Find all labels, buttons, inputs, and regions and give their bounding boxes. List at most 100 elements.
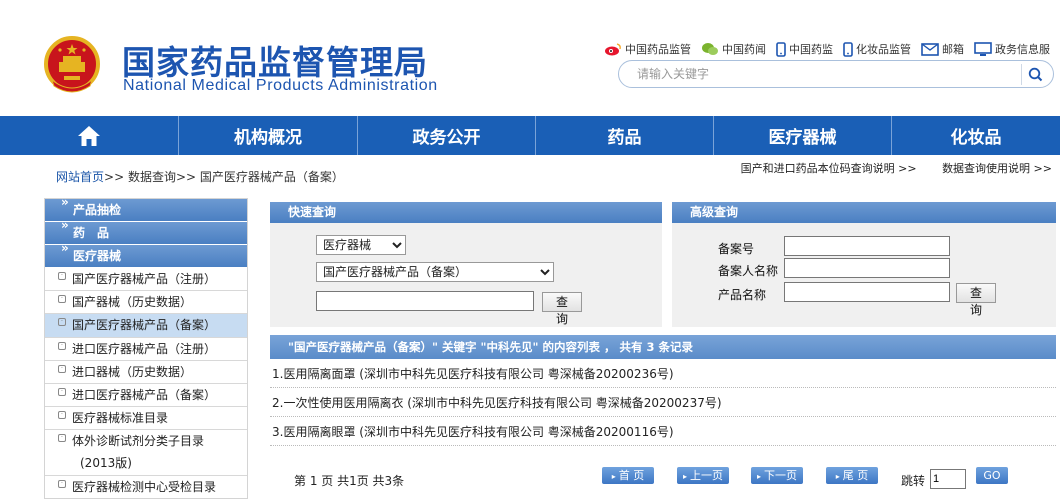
prev-page-button[interactable]: 上一页 xyxy=(677,467,729,484)
sidebar-item[interactable]: · 体外诊断试剂分类子目录 (2013版) xyxy=(45,430,247,477)
go-button[interactable]: GO xyxy=(976,467,1008,484)
top-link-label: 中国药监 xyxy=(789,43,833,56)
top-link-label: 政务信息服 xyxy=(995,43,1050,56)
jump-label: 跳转 xyxy=(901,474,926,488)
monitor-icon xyxy=(974,41,992,56)
last-page-button[interactable]: 尾 页 xyxy=(826,467,878,484)
main-nav: 机构概况 政务公开 药品 医疗器械 化妆品 xyxy=(0,116,1060,155)
result-row[interactable]: 3.医用隔离眼罩 (深圳市中科先见医疗科技有限公司 粤深械备20200116号) xyxy=(270,418,1056,446)
sidebar-item-label: 国产医疗器械产品（备案） xyxy=(72,318,217,333)
quick-query-title: 快速查询 xyxy=(270,202,662,223)
record-number-label: 备案号 xyxy=(718,242,755,256)
site-header: 国家药品监督管理局 National Medical Products Admi… xyxy=(0,0,1060,116)
top-link-weibo[interactable]: 中国药品监管 xyxy=(604,40,691,58)
bullet-icon: · xyxy=(58,434,66,443)
top-link-label: 中国药闻 xyxy=(722,43,766,56)
keyword-input[interactable] xyxy=(316,291,534,311)
result-row[interactable]: 2.一次性使用医用隔离衣 (深圳市中科先见医疗科技有限公司 粤深械备202002… xyxy=(270,389,1056,417)
sidebar-item-label: 国产医疗器械产品（注册） xyxy=(72,272,217,286)
nav-item-devices[interactable]: 医疗器械 xyxy=(714,116,892,155)
nav-item-gov-affairs[interactable]: 政务公开 xyxy=(358,116,536,155)
record-number-input[interactable] xyxy=(784,236,950,256)
sidebar-item-label: 医疗器械标准目录 xyxy=(72,411,169,426)
mobile-icon xyxy=(843,41,853,57)
mobile-icon xyxy=(776,41,786,57)
sidebar-head-label: 医疗器械 xyxy=(73,249,122,263)
product-name-input[interactable] xyxy=(784,282,950,302)
quick-query-panel: 快速查询 医疗器械 国产医疗器械产品（备案） 查 询 xyxy=(270,202,662,327)
jump-page-input[interactable] xyxy=(930,469,966,489)
search-button[interactable] xyxy=(1021,64,1049,85)
top-link-label: 中国药品监管 xyxy=(625,43,691,56)
first-page-button[interactable]: 首 页 xyxy=(602,467,654,484)
sidebar-item[interactable]: · 国产器械（历史数据） xyxy=(45,291,247,315)
advanced-query-title: 高级查询 xyxy=(672,202,1056,223)
bullet-icon: · xyxy=(58,295,66,304)
sidebar-item-active[interactable]: · 国产医疗器械产品（备案） xyxy=(45,314,247,338)
results-header: "国产医疗器械产品（备案）" 关键字 "中科先见" 的内容列表 ， 共有 3 条… xyxy=(270,335,1056,359)
sidebar-item[interactable]: · 进口医疗器械产品（备案） xyxy=(45,384,247,408)
sidebar-head-label: 产品抽检 xyxy=(73,203,122,217)
bullet-icon: · xyxy=(58,341,66,350)
breadcrumb-sep: >> xyxy=(104,170,125,184)
bullet-icon: · xyxy=(58,480,66,489)
top-link-monitor[interactable]: 政务信息服 xyxy=(974,40,1050,58)
top-link-mobile-1[interactable]: 中国药监 xyxy=(776,40,833,58)
registrant-name-input[interactable] xyxy=(784,258,950,278)
nav-home[interactable] xyxy=(0,116,179,155)
top-link-mail[interactable]: 邮箱 xyxy=(921,40,964,58)
sidebar-head-drugs[interactable]: 药 品 xyxy=(45,214,247,245)
site-search xyxy=(618,60,1054,88)
sidebar-item[interactable]: · 国产医疗器械产品（注册） xyxy=(45,268,247,292)
advanced-query-panel: 高级查询 备案号 备案人名称 产品名称 查 询 xyxy=(672,202,1056,327)
sidebar-item-label: 医疗器械检测中心受检目录 xyxy=(72,480,217,495)
sidebar-item-label: 体外诊断试剂分类子目录 xyxy=(72,434,205,449)
sidebar-item[interactable]: · 医疗器械标准目录 xyxy=(45,407,247,431)
sidebar-item-label-line2: (2013版) xyxy=(80,456,132,471)
help-link-drug-code[interactable]: 国产和进口药品本位码查询说明 >> xyxy=(741,162,917,175)
quick-search-button[interactable]: 查 询 xyxy=(542,292,582,326)
category-select[interactable]: 医疗器械 xyxy=(316,235,406,255)
sidebar-item-label: 进口器械（历史数据） xyxy=(72,364,193,379)
top-link-label: 邮箱 xyxy=(942,43,964,56)
top-links: 中国药品监管 中国药闻 中国药监 化妆品监管 邮箱 政务信息服 xyxy=(604,40,1060,58)
breadcrumb-sep: >> xyxy=(175,170,197,184)
wechat-icon xyxy=(702,43,718,55)
help-links: 国产和进口药品本位码查询说明 >> 数据查询使用说明 >> xyxy=(719,160,1052,176)
result-row[interactable]: 1.医用隔离面罩 (深圳市中科先见医疗科技有限公司 粤深械备20200236号) xyxy=(270,360,1056,388)
sidebar-item[interactable]: · 医疗器械检测中心受检目录 xyxy=(45,476,247,498)
weibo-icon xyxy=(605,43,621,56)
sidebar-head-product-sampling[interactable]: 产品抽检 xyxy=(45,199,247,222)
nav-item-about[interactable]: 机构概况 xyxy=(179,116,358,155)
mail-icon xyxy=(921,42,939,56)
top-link-label: 化妆品监管 xyxy=(856,43,911,56)
sidebar-item-label: 进口医疗器械产品（注册） xyxy=(72,341,217,356)
nav-item-drugs[interactable]: 药品 xyxy=(536,116,714,155)
sidebar-head-devices[interactable]: 医疗器械 xyxy=(45,237,247,268)
nav-item-cosmetics[interactable]: 化妆品 xyxy=(892,116,1060,155)
bullet-icon: · xyxy=(58,318,66,327)
bullet-icon: · xyxy=(58,272,66,280)
sidebar-item[interactable]: · 进口医疗器械产品（注册） xyxy=(45,338,247,361)
bullet-icon: · xyxy=(58,364,66,373)
next-page-button[interactable]: 下一页 xyxy=(751,467,803,484)
database-select[interactable]: 国产医疗器械产品（备案） xyxy=(316,262,554,282)
top-link-mobile-2[interactable]: 化妆品监管 xyxy=(843,40,911,58)
site-title-en: National Medical Products Administration xyxy=(123,77,438,94)
registrant-name-label: 备案人名称 xyxy=(718,264,779,278)
sidebar-item-label: 进口医疗器械产品（备案） xyxy=(72,387,217,402)
bullet-icon: · xyxy=(58,411,66,420)
breadcrumb-level2[interactable]: 数据查询 xyxy=(128,170,176,184)
product-name-label: 产品名称 xyxy=(718,288,767,302)
sidebar: 产品抽检 药 品 医疗器械 ·国产医疗器械产品（注册） ·国产器械（历史数据） … xyxy=(44,198,248,499)
search-input[interactable] xyxy=(637,65,1027,83)
advanced-search-button[interactable]: 查 询 xyxy=(956,283,996,317)
pager-summary: 第 1 页 共1页 共3条 xyxy=(294,474,405,488)
breadcrumb: 网站首页>> 数据查询>> 国产医疗器械产品（备案） xyxy=(56,168,344,185)
breadcrumb-home[interactable]: 网站首页 xyxy=(56,170,104,184)
sidebar-item[interactable]: · 进口器械（历史数据） xyxy=(45,361,247,384)
help-link-query-usage[interactable]: 数据查询使用说明 >> xyxy=(942,162,1052,175)
sidebar-item-label: 国产器械（历史数据） xyxy=(72,295,193,310)
top-link-wechat[interactable]: 中国药闻 xyxy=(701,40,766,58)
bullet-icon: · xyxy=(58,387,66,396)
